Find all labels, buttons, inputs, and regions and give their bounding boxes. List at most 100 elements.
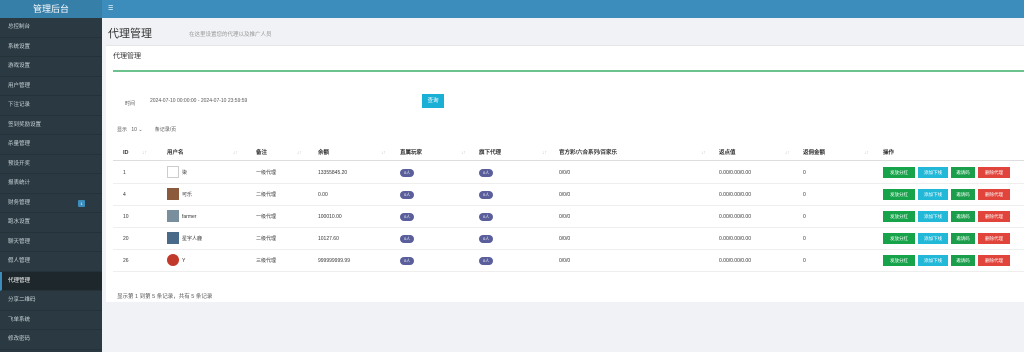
query-button[interactable]: 查询 xyxy=(422,94,444,108)
table-row: 20 星宇人鹿 二级代理 10127.60 0人 0人 0/0/0 0.00/0.00/0.0… xyxy=(113,228,1024,250)
sidebar-item[interactable]: 飞单系统 xyxy=(0,311,102,330)
dividend-button[interactable]: 发放分红 xyxy=(883,233,915,244)
sub-agents-badge[interactable]: 0人 xyxy=(479,169,494,177)
sidebar-item-label: 修改密码 xyxy=(8,336,31,342)
sidebar-item[interactable]: 假人管理 xyxy=(0,252,102,272)
column-header[interactable]: 官方彩/六合系列/百家乐 xyxy=(559,145,617,161)
cell-rebate: 0.00/0.00/0.00 xyxy=(719,236,751,242)
sidebar-item[interactable]: 下注记录 xyxy=(0,96,102,116)
cell-username: 星宇人鹿 xyxy=(182,236,203,242)
sub-agents-badge[interactable]: 0人 xyxy=(479,191,494,199)
table-row: 10 farmer 一级代理 100010.00 0人 0人 0/0/0 0.00/0.00/… xyxy=(113,206,1024,228)
menu-toggle-icon[interactable]: ☰ xyxy=(108,5,113,12)
sidebar-item-label: 预设开奖 xyxy=(8,160,31,167)
dividend-button[interactable]: 发放分红 xyxy=(883,255,915,266)
add-downline-button[interactable]: 添加下线 xyxy=(918,189,948,200)
add-downline-button[interactable]: 添加下线 xyxy=(918,233,948,244)
dividend-button[interactable]: 发放分红 xyxy=(883,189,915,200)
column-header[interactable]: 返佣金额 xyxy=(803,145,825,161)
delete-agent-button[interactable]: 删除代理 xyxy=(978,167,1010,178)
sub-agents-badge[interactable]: 0人 xyxy=(479,257,494,265)
direct-players-badge[interactable]: 0人 xyxy=(400,213,415,221)
sidebar-item[interactable]: 总控制台 xyxy=(0,18,102,38)
column-header[interactable]: 直属玩家 xyxy=(400,145,422,161)
agent-panel: 代理管理 时间 2024-07-10 00:00:00 - 2024-07-10… xyxy=(106,45,1024,302)
avatar xyxy=(167,210,179,222)
sub-agents-badge[interactable]: 0人 xyxy=(479,235,494,243)
invite-code-button[interactable]: 邀请码 xyxy=(951,189,975,200)
column-header[interactable]: ID xyxy=(123,145,129,161)
cell-rebate: 0.00/0.00/0.00 xyxy=(719,214,751,220)
column-header[interactable]: 旗下代理 xyxy=(479,145,501,161)
sidebar-item[interactable]: 用户管理 xyxy=(0,77,102,96)
cell-note: 一级代理 xyxy=(256,170,277,176)
delete-agent-button[interactable]: 删除代理 xyxy=(978,189,1010,200)
page-size-select[interactable]: 10 ⌄ xyxy=(131,127,150,133)
sub-agents-badge[interactable]: 0人 xyxy=(479,213,494,221)
sort-icon[interactable]: ↓↑ xyxy=(542,145,547,161)
page-subtitle: 在这里设置您的代理以及推广人员 xyxy=(189,32,272,38)
sort-icon[interactable]: ↓↑ xyxy=(701,145,706,161)
sidebar-item[interactable]: 分享二维码 xyxy=(0,291,102,311)
sidebar-item-label: 用户管理 xyxy=(8,82,31,89)
sidebar-item-label: 跑水设置 xyxy=(8,219,31,225)
cell-id: 10 xyxy=(123,214,129,220)
sort-icon[interactable]: ↓↑ xyxy=(785,145,790,161)
sidebar-item[interactable]: 修改密码 xyxy=(0,330,102,350)
sort-icon[interactable]: ↓↑ xyxy=(864,145,869,161)
cell-id: 26 xyxy=(123,258,129,264)
sidebar-item[interactable]: 聊天管理 xyxy=(0,233,102,252)
direct-players-badge[interactable]: 0人 xyxy=(400,235,415,243)
main-content: 代理管理 在这里设置您的代理以及推广人员 代理管理 时间 2024-07-10 … xyxy=(102,18,1024,352)
add-downline-button[interactable]: 添加下线 xyxy=(918,255,948,266)
cell-official: 0/0/0 xyxy=(559,258,571,264)
sort-icon[interactable]: ↓↑ xyxy=(381,145,386,161)
sidebar-nav: 总控制台 系统设置游戏设置用户管理下注记录 签到奖励设置 杀量管理预设开奖报表统计 财务… xyxy=(0,18,102,350)
add-downline-button[interactable]: 添加下线 xyxy=(918,167,948,178)
column-header[interactable]: 返点值 xyxy=(719,145,736,161)
sort-icon[interactable]: ↓↑ xyxy=(233,145,238,161)
table-row: 26 Y 三级代理 999999999.99 0人 0人 0/0/0 0.00/0.00/0.… xyxy=(113,250,1024,272)
invite-code-button[interactable]: 邀请码 xyxy=(951,255,975,266)
cell-rebate: 0.00/0.00/0.00 xyxy=(719,192,751,198)
invite-code-button[interactable]: 邀请码 xyxy=(951,233,975,244)
cell-commission: 0 xyxy=(803,214,806,220)
sort-icon[interactable]: ↓↑ xyxy=(461,145,466,161)
cell-commission: 0 xyxy=(803,258,806,264)
cell-note: 二级代理 xyxy=(256,236,277,242)
direct-players-badge[interactable]: 0人 xyxy=(400,169,415,177)
page-size-suffix: 条记录/页 xyxy=(154,127,177,133)
direct-players-badge[interactable]: 0人 xyxy=(400,257,415,265)
sidebar-item[interactable]: 系统设置 xyxy=(0,38,102,57)
sidebar-item[interactable]: 签到奖励设置 xyxy=(0,116,102,135)
delete-agent-button[interactable]: 删除代理 xyxy=(978,233,1010,244)
cell-official: 0/0/0 xyxy=(559,214,571,220)
sidebar-item[interactable]: 杀量管理 xyxy=(0,135,102,155)
column-header[interactable]: 用户名 xyxy=(167,145,184,161)
page-size-control: 显示 10 ⌄ 条记录/页 xyxy=(117,126,176,133)
invite-code-button[interactable]: 邀请码 xyxy=(951,211,975,222)
invite-code-button[interactable]: 邀请码 xyxy=(951,167,975,178)
cell-official: 0/0/0 xyxy=(559,236,571,242)
time-range-input[interactable]: 2024-07-10 00:00:00 - 2024-07-10 23:59:5… xyxy=(150,98,247,104)
sidebar-item[interactable]: 报表统计 xyxy=(0,174,102,194)
direct-players-badge[interactable]: 0人 xyxy=(400,191,415,199)
column-header[interactable]: 余额 xyxy=(318,145,329,161)
sidebar-item[interactable]: 跑水设置 xyxy=(0,213,102,233)
dividend-button[interactable]: 发放分红 xyxy=(883,167,915,178)
sidebar-item[interactable]: 代理管理 xyxy=(0,271,102,291)
dividend-button[interactable]: 发放分红 xyxy=(883,211,915,222)
sidebar-item[interactable]: 财务管理 1 xyxy=(0,194,102,213)
add-downline-button[interactable]: 添加下线 xyxy=(918,211,948,222)
column-header[interactable]: 备注 xyxy=(256,145,267,161)
column-header: 操作 xyxy=(883,150,895,156)
sort-icon[interactable]: ↓↑ xyxy=(142,145,147,161)
delete-agent-button[interactable]: 删除代理 xyxy=(978,211,1010,222)
delete-agent-button[interactable]: 删除代理 xyxy=(978,255,1010,266)
sidebar-item[interactable]: 游戏设置 xyxy=(0,57,102,77)
sort-icon[interactable]: ↓↑ xyxy=(297,145,302,161)
table-row: 4 可乐 二级代理 0.00 0人 0人 0/0/0 0.00/0.00/0.00 0 发放分红添… xyxy=(113,184,1024,206)
sidebar-item[interactable]: 预设开奖 xyxy=(0,155,102,174)
panel-title: 代理管理 xyxy=(113,53,141,60)
sidebar-item-label: 游戏设置 xyxy=(8,63,31,69)
